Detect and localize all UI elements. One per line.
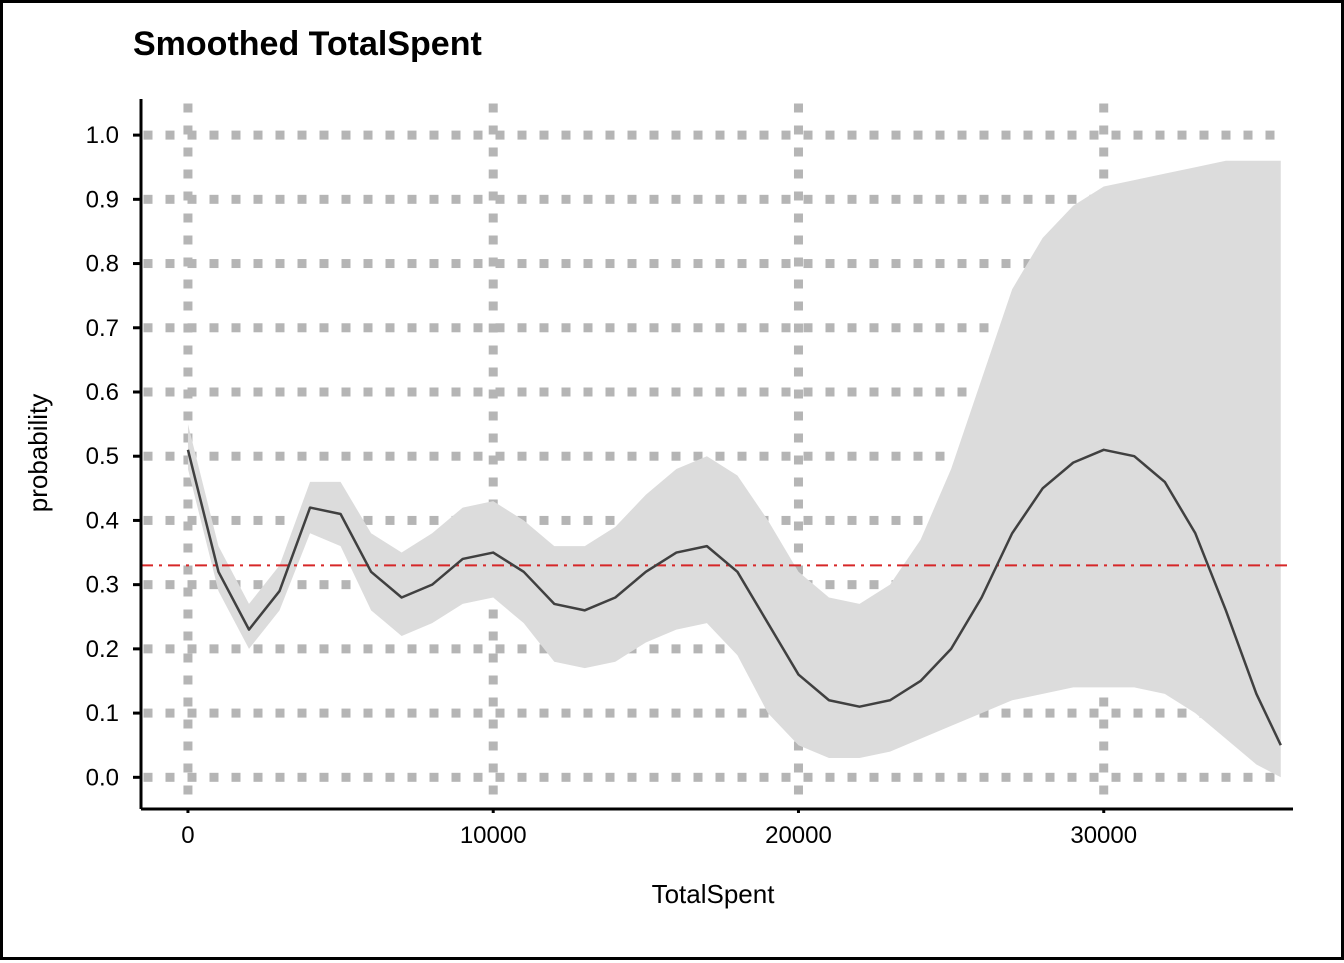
chart-frame: Smoothed TotalSpent probability TotalSpe…	[0, 0, 1344, 960]
ytick-label: 0.0	[86, 764, 119, 791]
ytick-label: 0.5	[86, 443, 119, 470]
ytick-label: 0.4	[86, 507, 119, 534]
ytick-label: 0.8	[86, 251, 119, 278]
chart-svg	[133, 93, 1293, 813]
x-axis-label: TotalSpent	[652, 879, 776, 909]
ytick-label: 0.3	[86, 572, 119, 599]
xtick-label: 30000	[1070, 822, 1137, 849]
ytick-label: 0.2	[86, 636, 119, 663]
xtick-label: 0	[181, 822, 194, 849]
ytick-label: 0.6	[86, 379, 119, 406]
xtick-label: 10000	[460, 822, 527, 849]
y-axis-label: probability	[23, 394, 53, 513]
ytick-label: 0.7	[86, 315, 119, 342]
xtick-label: 20000	[765, 822, 832, 849]
ytick-label: 0.1	[86, 700, 119, 727]
chart-title: Smoothed TotalSpent	[133, 25, 482, 64]
ytick-label: 0.9	[86, 186, 119, 213]
confidence-band	[188, 161, 1281, 778]
plot-area	[133, 93, 1293, 813]
ytick-label: 1.0	[86, 122, 119, 149]
